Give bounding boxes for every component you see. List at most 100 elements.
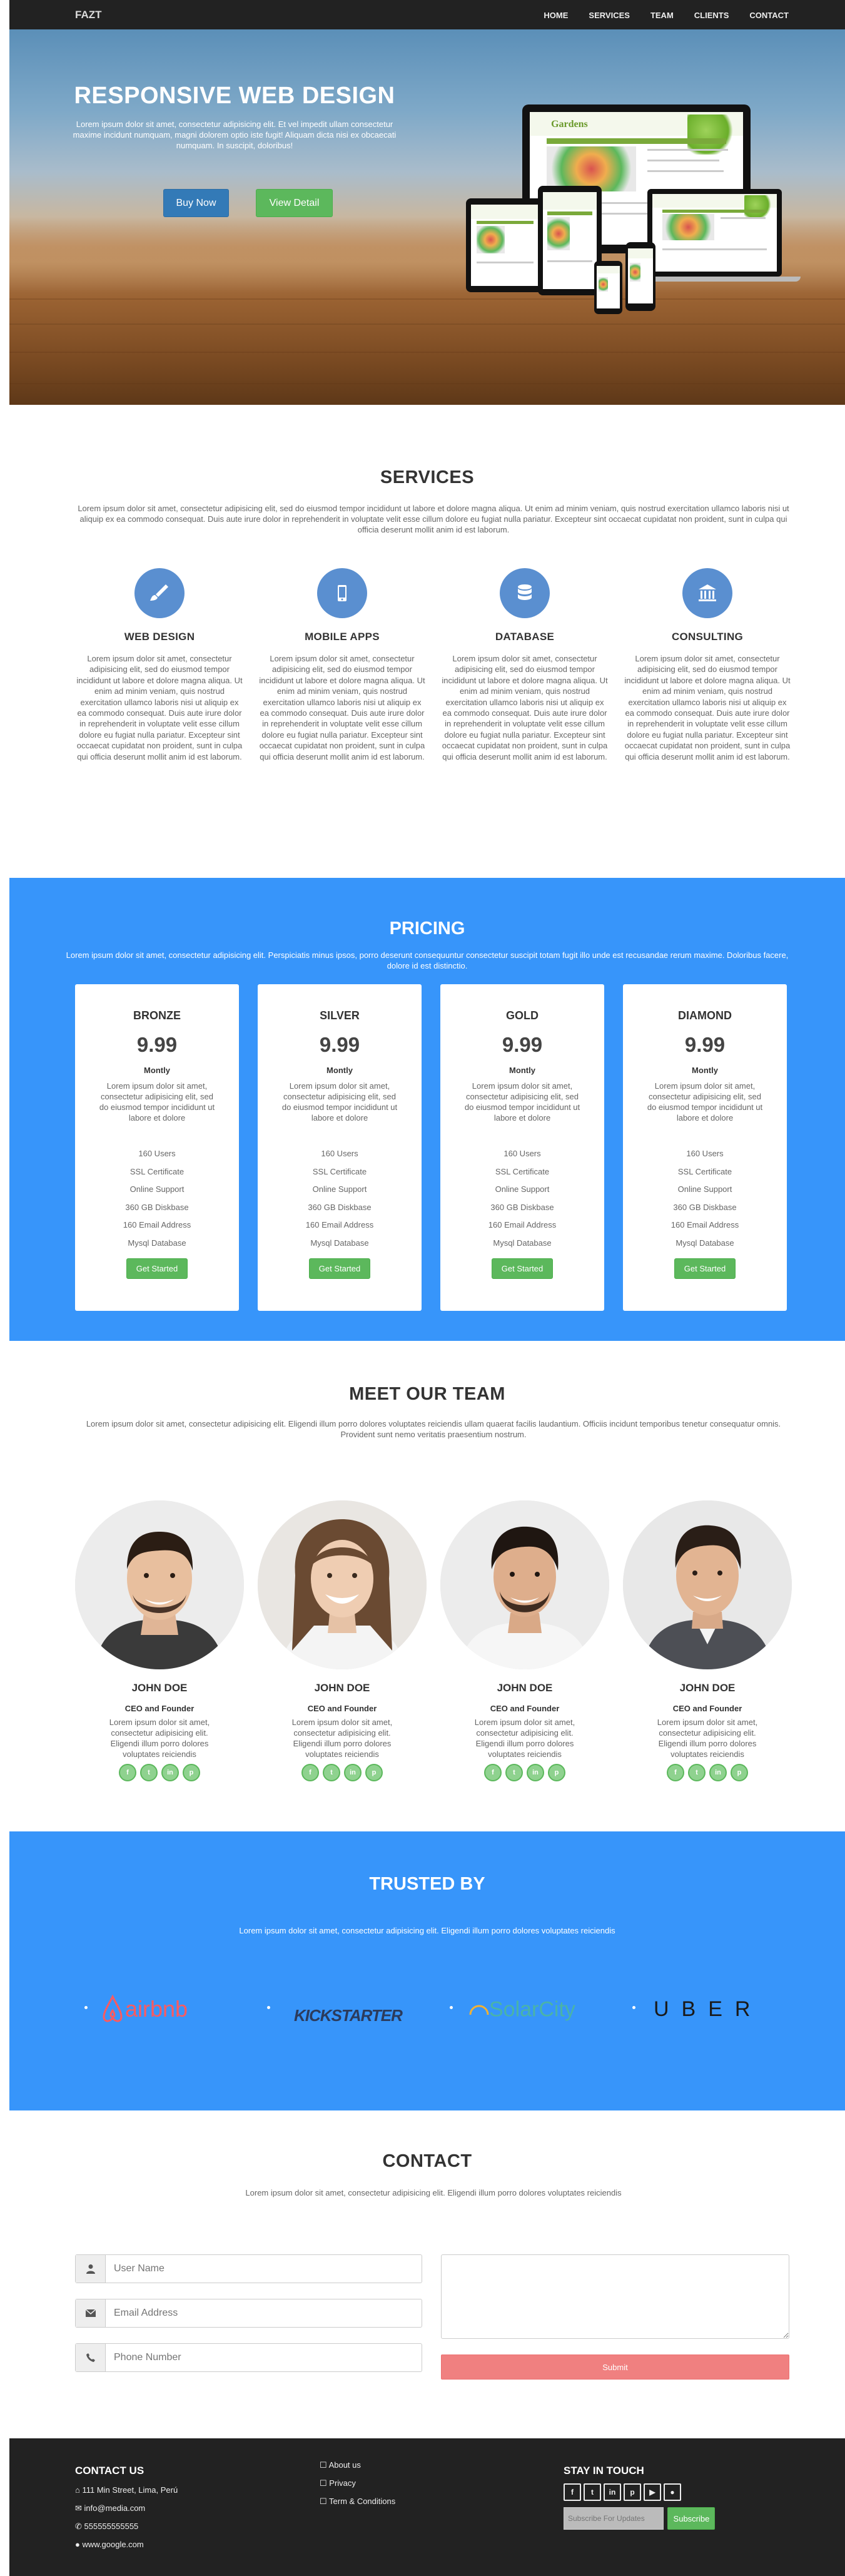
nav-clients[interactable]: CLIENTS — [694, 11, 729, 20]
plan-feature: 360 GB Diskbase — [308, 1202, 372, 1212]
facebook-icon[interactable]: f — [119, 1764, 136, 1781]
twitter-icon[interactable]: t — [140, 1764, 158, 1781]
airbnb-logo-text: airbnb — [125, 1996, 188, 2022]
team-member: JOHN DOE CEO and Founder Lorem ipsum dol… — [258, 1500, 427, 1781]
facebook-icon[interactable]: f — [484, 1764, 502, 1781]
linkedin-icon[interactable]: in — [604, 2483, 621, 2501]
plan-features: 160 Users SSL Certificate Online Support… — [75, 1145, 239, 1252]
plan-feature: 160 Users — [686, 1149, 724, 1158]
client-logo-airbnb[interactable]: airbnb — [100, 1994, 188, 2024]
nav-team[interactable]: TEAM — [650, 11, 674, 20]
nav-home[interactable]: HOME — [544, 11, 568, 20]
team-member: JOHN DOE CEO and Founder Lorem ipsum dol… — [75, 1500, 244, 1781]
pinterest-icon[interactable]: p — [731, 1764, 748, 1781]
get-started-button[interactable]: Get Started — [126, 1258, 188, 1279]
member-role: CEO and Founder — [307, 1704, 377, 1713]
view-detail-button[interactable]: View Detail — [256, 189, 333, 217]
pinterest-icon[interactable]: p — [548, 1764, 565, 1781]
client-logo-solarcity[interactable]: SolarCity — [469, 1995, 575, 2022]
footer-website[interactable]: ● www.google.com — [75, 2535, 263, 2553]
square-icon: ☐ — [320, 2460, 329, 2470]
footer-link-privacy[interactable]: ☐ Privacy — [320, 2474, 476, 2492]
phone-input[interactable] — [106, 2344, 421, 2371]
pricing-card-bronze: BRONZE 9.99 Montly Lorem ipsum dolor sit… — [75, 984, 239, 1311]
home-icon: ⌂ — [75, 2485, 83, 2495]
envelope-icon — [76, 2299, 106, 2327]
username-field-group — [75, 2254, 422, 2283]
bank-icon — [682, 568, 732, 618]
plan-features: 160 Users SSL Certificate Online Support… — [440, 1145, 604, 1252]
member-name: JOHN DOE — [679, 1682, 736, 1694]
email-input[interactable] — [106, 2299, 421, 2327]
twitter-icon[interactable]: t — [505, 1764, 523, 1781]
plan-feature: 160 Users — [138, 1149, 176, 1158]
trusted-section: TRUSTED BY Lorem ipsum dolor sit amet, c… — [9, 1831, 845, 2110]
plan-features: 160 Users SSL Certificate Online Support… — [623, 1145, 787, 1252]
member-name: JOHN DOE — [131, 1682, 188, 1694]
client-logo-kickstarter[interactable]: KICKSTARTER — [294, 2000, 403, 2027]
linkedin-icon[interactable]: in — [161, 1764, 179, 1781]
get-started-button[interactable]: Get Started — [309, 1258, 370, 1279]
youtube-icon[interactable]: ▶ — [644, 2483, 661, 2501]
submit-button[interactable]: Submit — [441, 2355, 789, 2380]
message-textarea[interactable] — [441, 2254, 789, 2339]
service-text: Lorem ipsum dolor sit amet, consectetur … — [624, 654, 791, 761]
plan-name: BRONZE — [133, 1009, 181, 1022]
footer-contact: CONTACT US ⌂ 111 Min Street, Lima, Perú … — [75, 2465, 263, 2553]
plan-feature: 160 Email Address — [305, 1220, 374, 1229]
client-logo-uber[interactable]: UBER — [654, 1995, 762, 2022]
pinterest-icon[interactable]: p — [365, 1764, 383, 1781]
footer-link-about[interactable]: ☐ About us — [320, 2456, 476, 2474]
pinterest-icon[interactable]: p — [624, 2483, 641, 2501]
twitter-icon[interactable]: t — [323, 1764, 340, 1781]
plan-feature: SSL Certificate — [677, 1166, 732, 1176]
pricing-title: PRICING — [389, 919, 465, 939]
service-consulting: CONSULTING Lorem ipsum dolor sit amet, c… — [623, 568, 792, 762]
plan-feature: Mysql Database — [310, 1238, 369, 1248]
username-input[interactable] — [106, 2255, 421, 2283]
footer-email[interactable]: ✉ info@media.com — [75, 2499, 263, 2517]
plan-desc: Lorem ipsum dolor sit amet, consectetur … — [647, 1081, 763, 1123]
device-logo: Gardens — [551, 118, 588, 130]
brand-logo[interactable]: FAZT — [75, 9, 102, 21]
plan-feature: Mysql Database — [675, 1238, 734, 1248]
plan-feature: Mysql Database — [493, 1238, 552, 1248]
subscribe-input[interactable] — [564, 2507, 664, 2530]
member-bio: Lorem ipsum dolor sit amet, consectetur … — [474, 1718, 575, 1759]
get-started-button[interactable]: Get Started — [674, 1258, 736, 1279]
team-title: MEET OUR TEAM — [349, 1384, 505, 1404]
plan-price: 9.99 — [502, 1033, 543, 1056]
subscribe-button[interactable]: Subscribe — [667, 2507, 716, 2530]
services-title: SERVICES — [380, 467, 475, 487]
member-bio: Lorem ipsum dolor sit amet, consectetur … — [109, 1718, 210, 1759]
hero-section: RESPONSIVE WEB DESIGN Lorem ipsum dolor … — [9, 29, 845, 405]
pinterest-icon[interactable]: p — [183, 1764, 200, 1781]
facebook-icon[interactable]: f — [564, 2483, 581, 2501]
hero-title: RESPONSIVE WEB DESIGN — [74, 83, 395, 109]
facebook-icon[interactable]: f — [667, 1764, 684, 1781]
footer-link-terms[interactable]: ☐ Term & Conditions — [320, 2492, 476, 2510]
buy-now-button[interactable]: Buy Now — [163, 189, 229, 217]
pricing-section: PRICING Lorem ipsum dolor sit amet, cons… — [9, 878, 845, 1341]
phone-icon — [76, 2344, 106, 2371]
get-started-button[interactable]: Get Started — [492, 1258, 553, 1279]
linkedin-icon[interactable]: in — [709, 1764, 727, 1781]
service-web-design: WEB DESIGN Lorem ipsum dolor sit amet, c… — [75, 568, 244, 762]
footer-address-text: 111 Min Street, Lima, Perú — [82, 2485, 178, 2495]
member-role: CEO and Founder — [672, 1704, 742, 1713]
github-icon[interactable]: ● — [664, 2483, 681, 2501]
linkedin-icon[interactable]: in — [344, 1764, 362, 1781]
twitter-icon[interactable]: t — [688, 1764, 706, 1781]
plan-feature: Mysql Database — [128, 1238, 186, 1248]
member-name: JOHN DOE — [497, 1682, 553, 1694]
page: FAZT HOME SERVICES TEAM CLIENTS CONTACT … — [0, 0, 845, 2576]
service-title: DATABASE — [495, 631, 555, 643]
mobile-icon — [317, 568, 367, 618]
member-socials: f t in p — [75, 1764, 244, 1781]
nav-contact[interactable]: CONTACT — [749, 11, 789, 20]
linkedin-icon[interactable]: in — [527, 1764, 544, 1781]
facebook-icon[interactable]: f — [301, 1764, 319, 1781]
nav-services[interactable]: SERVICES — [589, 11, 630, 20]
twitter-icon[interactable]: t — [584, 2483, 601, 2501]
uber-logo-text: UBER — [654, 1997, 763, 2021]
